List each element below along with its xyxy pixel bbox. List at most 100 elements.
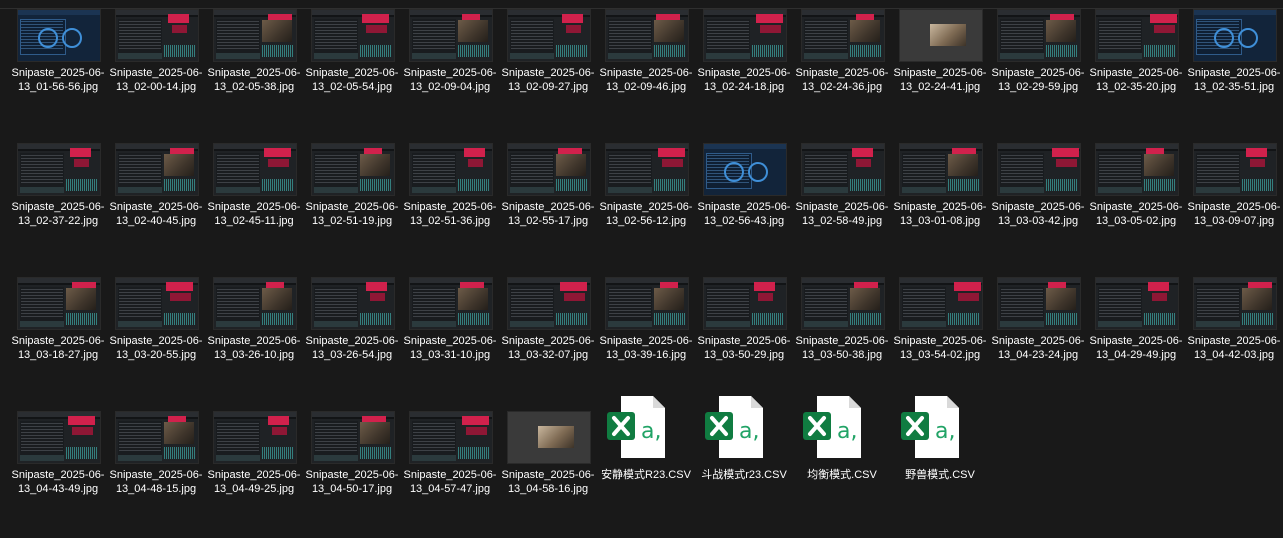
file-name-label: Snipaste_2025-06-13_02-56-43.jpg [697, 201, 791, 227]
image-thumbnail [606, 10, 688, 61]
image-file-item[interactable]: Snipaste_2025-06-13_03-50-38.jpg [793, 278, 891, 404]
image-file-item[interactable]: Snipaste_2025-06-13_02-09-27.jpg [499, 10, 597, 136]
image-file-item[interactable]: Snipaste_2025-06-13_02-09-46.jpg [597, 10, 695, 136]
image-file-item[interactable]: Snipaste_2025-06-13_03-32-07.jpg [499, 278, 597, 404]
image-file-item[interactable]: Snipaste_2025-06-13_03-03-42.jpg [989, 144, 1087, 270]
image-file-item[interactable]: Snipaste_2025-06-13_02-51-19.jpg [303, 144, 401, 270]
image-file-item[interactable]: Snipaste_2025-06-13_03-26-54.jpg [303, 278, 401, 404]
image-file-item[interactable]: Snipaste_2025-06-13_03-01-08.jpg [891, 144, 989, 270]
file-name-label: Snipaste_2025-06-13_03-26-54.jpg [305, 335, 399, 361]
image-file-item[interactable]: Snipaste_2025-06-13_03-39-16.jpg [597, 278, 695, 404]
image-file-item[interactable]: Snipaste_2025-06-13_02-40-45.jpg [107, 144, 205, 270]
image-file-item[interactable]: Snipaste_2025-06-13_02-09-04.jpg [401, 10, 499, 136]
file-name-label: Snipaste_2025-06-13_02-29-59.jpg [991, 67, 1085, 93]
image-thumbnail [508, 144, 590, 195]
image-thumbnail [116, 10, 198, 61]
image-thumbnail [508, 412, 590, 463]
image-file-item[interactable]: Snipaste_2025-06-13_02-29-59.jpg [989, 10, 1087, 136]
csv-file-item[interactable]: a, 安静模式R23.CSV [597, 396, 695, 538]
file-name-label: 斗战模式r23.CSV [701, 469, 787, 481]
image-thumbnail [18, 144, 100, 195]
image-thumbnail [900, 10, 982, 61]
image-file-item[interactable]: Snipaste_2025-06-13_03-18-27.jpg [9, 278, 107, 404]
svg-text:a,: a, [641, 419, 661, 444]
image-file-item[interactable]: Snipaste_2025-06-13_02-00-14.jpg [107, 10, 205, 136]
file-name-label: Snipaste_2025-06-13_04-29-49.jpg [1089, 335, 1183, 361]
excel-csv-icon: a, [801, 394, 863, 460]
image-file-item[interactable]: Snipaste_2025-06-13_03-20-55.jpg [107, 278, 205, 404]
csv-file-item[interactable]: a, 均衡模式.CSV [793, 396, 891, 538]
file-name-label: Snipaste_2025-06-13_02-58-49.jpg [795, 201, 889, 227]
file-name-label: Snipaste_2025-06-13_03-09-07.jpg [1187, 201, 1281, 227]
file-name-label: Snipaste_2025-06-13_03-50-29.jpg [697, 335, 791, 361]
image-thumbnail [410, 278, 492, 329]
image-file-item[interactable]: Snipaste_2025-06-13_04-42-03.jpg [1185, 278, 1283, 404]
image-file-item[interactable]: Snipaste_2025-06-13_04-23-24.jpg [989, 278, 1087, 404]
image-thumbnail [312, 10, 394, 61]
file-name-label: Snipaste_2025-06-13_04-49-25.jpg [207, 469, 301, 495]
file-name-label: 安静模式R23.CSV [601, 469, 691, 481]
svg-text:a,: a, [837, 419, 857, 444]
image-thumbnail [508, 10, 590, 61]
file-name-label: Snipaste_2025-06-13_02-37-22.jpg [11, 201, 105, 227]
image-thumbnail [1194, 278, 1276, 329]
file-name-label: Snipaste_2025-06-13_02-05-38.jpg [207, 67, 301, 93]
file-name-label: Snipaste_2025-06-13_02-35-51.jpg [1187, 67, 1281, 93]
image-thumbnail [214, 412, 296, 463]
file-name-label: Snipaste_2025-06-13_03-39-16.jpg [599, 335, 693, 361]
image-file-item[interactable]: Snipaste_2025-06-13_04-58-16.jpg [499, 412, 597, 538]
image-file-item[interactable]: Snipaste_2025-06-13_03-05-02.jpg [1087, 144, 1185, 270]
image-file-item[interactable]: Snipaste_2025-06-13_04-48-15.jpg [107, 412, 205, 538]
svg-text:a,: a, [935, 419, 955, 444]
image-file-item[interactable]: Snipaste_2025-06-13_02-56-43.jpg [695, 144, 793, 270]
file-name-label: Snipaste_2025-06-13_02-24-18.jpg [697, 67, 791, 93]
image-file-item[interactable]: Snipaste_2025-06-13_03-26-10.jpg [205, 278, 303, 404]
image-file-item[interactable]: Snipaste_2025-06-13_04-50-17.jpg [303, 412, 401, 538]
image-thumbnail [410, 10, 492, 61]
image-file-item[interactable]: Snipaste_2025-06-13_02-45-11.jpg [205, 144, 303, 270]
image-file-item[interactable]: Snipaste_2025-06-13_04-49-25.jpg [205, 412, 303, 538]
file-name-label: Snipaste_2025-06-13_02-40-45.jpg [109, 201, 203, 227]
image-file-item[interactable]: Snipaste_2025-06-13_03-54-02.jpg [891, 278, 989, 404]
file-name-label: Snipaste_2025-06-13_02-09-46.jpg [599, 67, 693, 93]
image-thumbnail [18, 278, 100, 329]
image-file-item[interactable]: Snipaste_2025-06-13_02-05-38.jpg [205, 10, 303, 136]
file-grid: Snipaste_2025-06-13_01-56-56.jpg Snipaste… [0, 10, 1283, 516]
file-name-label: Snipaste_2025-06-13_02-55-17.jpg [501, 201, 595, 227]
image-thumbnail [410, 412, 492, 463]
image-file-item[interactable]: Snipaste_2025-06-13_02-55-17.jpg [499, 144, 597, 270]
image-thumbnail [704, 278, 786, 329]
image-file-item[interactable]: Snipaste_2025-06-13_02-24-18.jpg [695, 10, 793, 136]
image-file-item[interactable]: Snipaste_2025-06-13_02-24-36.jpg [793, 10, 891, 136]
image-file-item[interactable]: Snipaste_2025-06-13_04-57-47.jpg [401, 412, 499, 538]
image-thumbnail [900, 278, 982, 329]
image-file-item[interactable]: Snipaste_2025-06-13_02-24-41.jpg [891, 10, 989, 136]
csv-file-item[interactable]: a, 斗战模式r23.CSV [695, 396, 793, 538]
image-file-item[interactable]: Snipaste_2025-06-13_02-58-49.jpg [793, 144, 891, 270]
csv-file-item[interactable]: a, 野兽模式.CSV [891, 396, 989, 538]
image-file-item[interactable]: Snipaste_2025-06-13_03-50-29.jpg [695, 278, 793, 404]
file-name-label: Snipaste_2025-06-13_02-51-36.jpg [403, 201, 497, 227]
excel-csv-icon: a, [899, 394, 961, 460]
image-thumbnail [18, 412, 100, 463]
image-file-item[interactable]: Snipaste_2025-06-13_02-35-20.jpg [1087, 10, 1185, 136]
image-thumbnail [312, 412, 394, 463]
image-thumbnail [998, 144, 1080, 195]
image-file-item[interactable]: Snipaste_2025-06-13_02-37-22.jpg [9, 144, 107, 270]
image-file-item[interactable]: Snipaste_2025-06-13_03-31-10.jpg [401, 278, 499, 404]
file-name-label: Snipaste_2025-06-13_03-32-07.jpg [501, 335, 595, 361]
image-file-item[interactable]: Snipaste_2025-06-13_02-05-54.jpg [303, 10, 401, 136]
file-name-label: Snipaste_2025-06-13_02-24-41.jpg [893, 67, 987, 93]
image-file-item[interactable]: Snipaste_2025-06-13_02-35-51.jpg [1185, 10, 1283, 136]
image-file-item[interactable]: Snipaste_2025-06-13_04-43-49.jpg [9, 412, 107, 538]
image-file-item[interactable]: Snipaste_2025-06-13_02-51-36.jpg [401, 144, 499, 270]
file-name-label: Snipaste_2025-06-13_04-57-47.jpg [403, 469, 497, 495]
image-file-item[interactable]: Snipaste_2025-06-13_03-09-07.jpg [1185, 144, 1283, 270]
svg-text:a,: a, [739, 419, 759, 444]
image-thumbnail [116, 278, 198, 329]
image-file-item[interactable]: Snipaste_2025-06-13_02-56-12.jpg [597, 144, 695, 270]
file-name-label: Snipaste_2025-06-13_03-54-02.jpg [893, 335, 987, 361]
image-file-item[interactable]: Snipaste_2025-06-13_01-56-56.jpg [9, 10, 107, 136]
file-name-label: Snipaste_2025-06-13_02-56-12.jpg [599, 201, 693, 227]
image-file-item[interactable]: Snipaste_2025-06-13_04-29-49.jpg [1087, 278, 1185, 404]
